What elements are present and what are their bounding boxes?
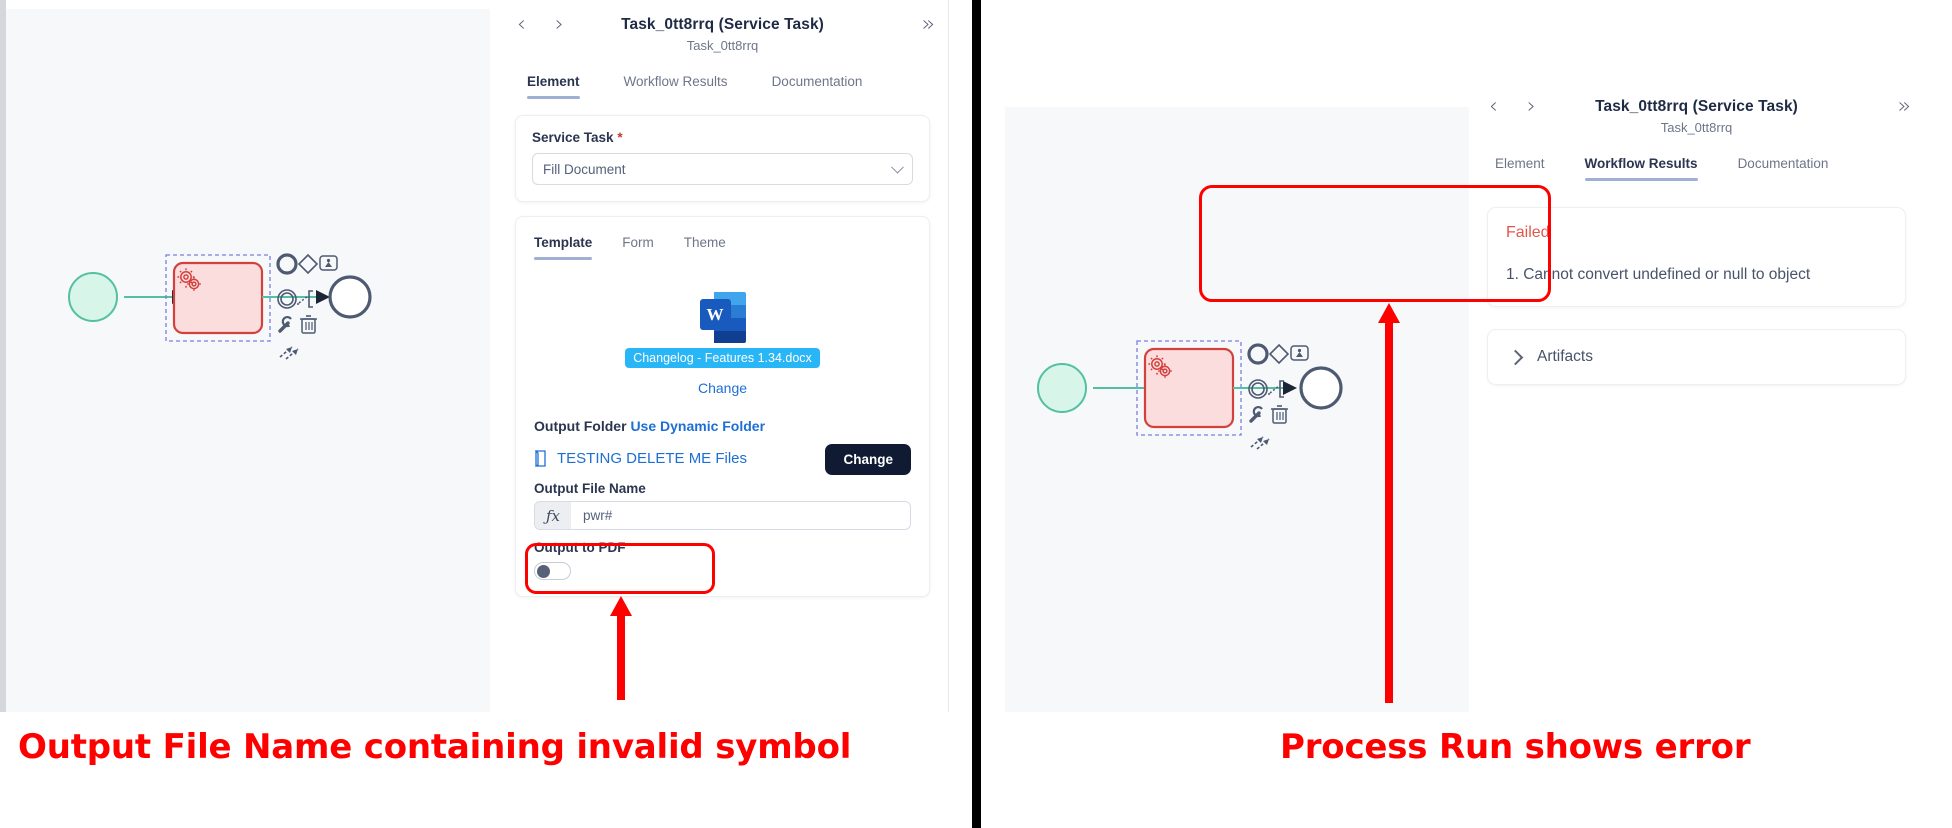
word-document-icon: W bbox=[699, 292, 746, 343]
output-folder-name[interactable]: TESTING DELETE ME Files bbox=[557, 450, 747, 467]
tab-workflow-results[interactable]: Workflow Results bbox=[1584, 156, 1698, 181]
service-task-card: Service Task * Fill Document bbox=[515, 115, 930, 202]
output-file-name-input[interactable]: ƒx pwr# bbox=[534, 501, 911, 530]
properties-panel-right: ‹ › » Task_0tt8rrq (Service Task) Task_0… bbox=[1469, 82, 1924, 712]
bpmn-diagram-right[interactable] bbox=[1005, 107, 1490, 712]
tab-form[interactable]: Form bbox=[622, 235, 654, 260]
chevron-right-icon bbox=[1507, 349, 1524, 365]
half-divider bbox=[972, 0, 981, 828]
annotation-arrow-left bbox=[610, 596, 632, 700]
caption-left: Output File Name containing invalid symb… bbox=[18, 727, 852, 767]
folder-selection-row: TESTING DELETE ME Files Change bbox=[534, 444, 911, 475]
output-file-name-value[interactable]: pwr# bbox=[571, 502, 910, 529]
output-to-pdf-label: Output to PDF bbox=[534, 540, 626, 555]
chevron-down-icon bbox=[891, 160, 904, 174]
chevron-right-icon[interactable]: › bbox=[555, 14, 564, 36]
service-task-selected-value: Fill Document bbox=[543, 161, 626, 177]
tab-documentation[interactable]: Documentation bbox=[1738, 156, 1829, 181]
panel-header-right: ‹ › » Task_0tt8rrq (Service Task) Task_0… bbox=[1469, 82, 1924, 144]
panel-title: Task_0tt8rrq (Service Task) bbox=[621, 16, 824, 33]
chevron-left-icon[interactable]: ‹ bbox=[1489, 96, 1498, 118]
bpmn-diagram-left[interactable] bbox=[6, 9, 490, 712]
double-chevron-right-icon[interactable]: » bbox=[1898, 94, 1912, 119]
template-file-name: Changelog - Features 1.34.docx bbox=[625, 348, 820, 368]
artifacts-section[interactable]: Artifacts bbox=[1487, 329, 1906, 385]
service-task-label: Service Task * bbox=[532, 130, 913, 145]
tab-template[interactable]: Template bbox=[534, 235, 593, 260]
double-chevron-right-icon[interactable]: » bbox=[922, 12, 936, 37]
left-screenshot-half: ‹ › » Task_0tt8rrq (Service Task) Task_0… bbox=[0, 0, 972, 828]
right-screenshot-half: ‹ › » Task_0tt8rrq (Service Task) Task_0… bbox=[981, 0, 1952, 828]
word-icon-letter: W bbox=[699, 299, 731, 330]
caption-right: Process Run shows error bbox=[1280, 727, 1751, 767]
output-folder-label: Output Folder bbox=[534, 418, 627, 434]
error-message: 1. Cannot convert undefined or null to o… bbox=[1506, 266, 1811, 283]
panel-divider-left bbox=[948, 0, 949, 712]
template-change-link[interactable]: Change bbox=[516, 380, 929, 396]
template-card: Template Form Theme W Changelog - Featur… bbox=[515, 216, 930, 597]
panel-tabs-left: Element Workflow Results Documentation bbox=[497, 62, 948, 99]
tab-theme[interactable]: Theme bbox=[684, 235, 726, 260]
output-file-name-label: Output File Name bbox=[534, 481, 646, 496]
tab-documentation[interactable]: Documentation bbox=[772, 74, 863, 99]
output-to-pdf-toggle[interactable] bbox=[534, 562, 571, 580]
tab-element[interactable]: Element bbox=[527, 74, 580, 99]
fx-formula-button[interactable]: ƒx bbox=[535, 502, 571, 529]
chevron-right-icon[interactable]: › bbox=[1527, 96, 1536, 118]
service-task-select[interactable]: Fill Document bbox=[532, 153, 913, 185]
properties-panel-left: ‹ › » Task_0tt8rrq (Service Task) Task_0… bbox=[497, 0, 948, 712]
artifacts-label: Artifacts bbox=[1537, 348, 1593, 365]
template-tabs: Template Form Theme bbox=[516, 231, 929, 260]
panel-subtitle: Task_0tt8rrq bbox=[1660, 120, 1733, 135]
use-dynamic-folder-link[interactable]: Use Dynamic Folder bbox=[630, 418, 765, 434]
workflow-result-card: Failed 1. Cannot convert undefined or nu… bbox=[1487, 207, 1906, 307]
folder-icon bbox=[534, 450, 549, 467]
template-body: W Changelog - Features 1.34.docx Change bbox=[516, 260, 929, 396]
status-badge: Failed bbox=[1506, 224, 1550, 241]
tab-workflow-results[interactable]: Workflow Results bbox=[624, 74, 728, 99]
annotation-arrow-right bbox=[1378, 303, 1400, 703]
screenshot-stage: ‹ › » Task_0tt8rrq (Service Task) Task_0… bbox=[0, 0, 1952, 828]
panel-tabs-right: Element Workflow Results Documentation bbox=[1469, 144, 1924, 181]
panel-title: Task_0tt8rrq (Service Task) bbox=[1595, 98, 1798, 115]
service-task-label-text: Service Task bbox=[532, 130, 614, 145]
required-marker: * bbox=[617, 130, 623, 145]
bpmn-canvas-left[interactable] bbox=[6, 9, 490, 712]
bpmn-canvas-right[interactable] bbox=[1005, 107, 1490, 712]
change-folder-button[interactable]: Change bbox=[825, 444, 911, 475]
panel-subtitle: Task_0tt8rrq bbox=[686, 38, 759, 53]
output-folder-row: Output Folder Use Dynamic Folder bbox=[516, 396, 929, 434]
panel-header-left: ‹ › » Task_0tt8rrq (Service Task) Task_0… bbox=[497, 0, 948, 62]
tab-element[interactable]: Element bbox=[1495, 156, 1545, 181]
chevron-left-icon[interactable]: ‹ bbox=[517, 14, 526, 36]
